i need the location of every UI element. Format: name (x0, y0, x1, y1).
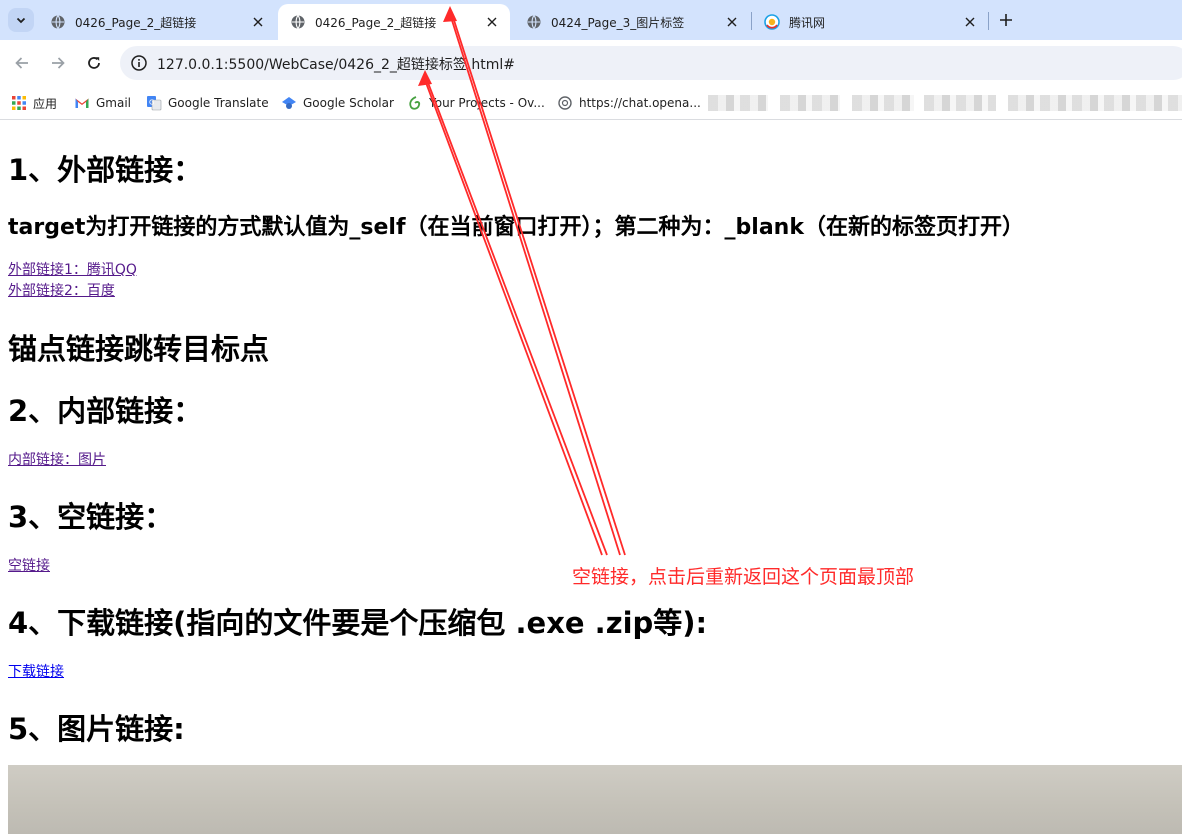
new-tab-button[interactable] (996, 10, 1016, 30)
plus-icon (1000, 14, 1012, 26)
svg-text:G: G (149, 99, 154, 107)
blurred-bookmark (924, 95, 996, 111)
tab-title: 腾讯网 (789, 15, 826, 30)
blurred-bookmark (1008, 95, 1182, 111)
close-tab-button[interactable] (250, 14, 266, 30)
apps-grid-icon (12, 96, 26, 110)
bookmarks-bar: 应用 Gmail G Google Translate Google Schol… (0, 86, 1182, 120)
openai-icon (558, 96, 572, 110)
arrow-to-url-line-2 (426, 79, 608, 556)
gmail-icon (75, 98, 89, 108)
blurred-bookmark (780, 95, 840, 111)
close-icon (253, 17, 263, 27)
bookmark-overleaf[interactable]: Your Projects - Ov... (407, 92, 545, 114)
globe-icon (527, 15, 541, 29)
close-tab-button[interactable] (484, 14, 500, 30)
reload-button[interactable] (83, 52, 105, 74)
tab-1[interactable]: 0426_Page_2_超链接 (38, 4, 276, 40)
bookmark-chatgpt[interactable]: https://chat.opena... (557, 92, 701, 114)
tab-title: 0426_Page_2_超链接 (75, 15, 197, 30)
chevron-down-icon (16, 17, 26, 24)
bookmark-gmail[interactable]: Gmail (74, 92, 131, 114)
tab-separator (988, 12, 989, 30)
scholar-icon (282, 97, 296, 109)
back-button[interactable] (11, 52, 33, 74)
close-icon (965, 17, 975, 27)
tab-4[interactable]: 腾讯网 (752, 4, 988, 40)
tab-3[interactable]: 0424_Page_3_图片标签 (514, 4, 750, 40)
heading-anchor-target: 锚点链接跳转目标点 (8, 332, 270, 366)
globe-icon (291, 15, 305, 29)
arrow-left-icon (15, 57, 28, 69)
linked-image[interactable] (8, 765, 1182, 834)
tencent-icon (764, 14, 780, 30)
arrow-to-url-line (424, 79, 603, 556)
tab-search-button[interactable] (8, 8, 34, 32)
url-text[interactable]: 127.0.0.1:5500/WebCase/0426_2_超链接标签.html… (157, 54, 515, 74)
info-icon[interactable] (130, 54, 148, 72)
heading-download-link: 4、下载链接(指向的文件要是个压缩包 .exe .zip等): (8, 606, 708, 640)
bookmark-label: Your Projects - Ov... (429, 96, 545, 110)
forward-button[interactable] (47, 52, 69, 74)
globe-icon (51, 15, 65, 29)
heading-external-links: 1、外部链接： (8, 153, 203, 187)
translate-icon: G (147, 96, 162, 111)
heading-target-note: target为打开链接的方式默认值为_self（在当前窗口打开）；第二种为：_b… (8, 215, 1024, 240)
bookmark-scholar[interactable]: Google Scholar (281, 92, 394, 114)
tab-title: 0426_Page_2_超链接 (315, 15, 437, 30)
address-bar[interactable]: 127.0.0.1:5500/WebCase/0426_2_超链接标签.html… (120, 46, 1182, 80)
bookmark-apps[interactable]: 应用 (11, 92, 57, 114)
bookmark-label: Google Scholar (303, 96, 394, 110)
annotation-label: 空链接，点击后重新返回这个页面最顶部 (572, 566, 915, 588)
overleaf-icon (409, 96, 421, 110)
close-tab-button[interactable] (724, 14, 740, 30)
reload-icon (88, 57, 100, 69)
close-tab-button[interactable] (962, 14, 978, 30)
blurred-bookmark (852, 95, 914, 111)
heading-internal-links: 2、内部链接： (8, 394, 203, 428)
heading-image-link: 5、图片链接: (8, 712, 185, 746)
browser-toolbar: 127.0.0.1:5500/WebCase/0426_2_超链接标签.html… (0, 40, 1182, 86)
heading-empty-link: 3、空链接： (8, 500, 174, 534)
bookmark-label: Google Translate (168, 96, 269, 110)
bookmark-label: https://chat.opena... (579, 96, 701, 110)
bookmark-label: 应用 (33, 96, 58, 111)
tab-strip: 0426_Page_2_超链接 0426_Page_2_超链接 0424_Pag… (0, 0, 1182, 40)
link-empty[interactable]: 空链接 (8, 555, 50, 575)
arrow-right-icon (52, 57, 65, 69)
tab-title: 0424_Page_3_图片标签 (551, 15, 685, 30)
close-icon (487, 17, 497, 27)
link-tencent-qq[interactable]: 外部链接1：腾讯QQ (8, 259, 137, 279)
link-download[interactable]: 下载链接 (8, 661, 64, 681)
bookmark-translate[interactable]: G Google Translate (146, 92, 269, 114)
blurred-bookmark (708, 95, 768, 111)
tab-2-active[interactable]: 0426_Page_2_超链接 (278, 4, 510, 40)
link-baidu[interactable]: 外部链接2：百度 (8, 280, 115, 300)
link-internal-image[interactable]: 内部链接：图片 (8, 449, 106, 469)
bookmark-label: Gmail (96, 96, 132, 110)
close-icon (727, 17, 737, 27)
